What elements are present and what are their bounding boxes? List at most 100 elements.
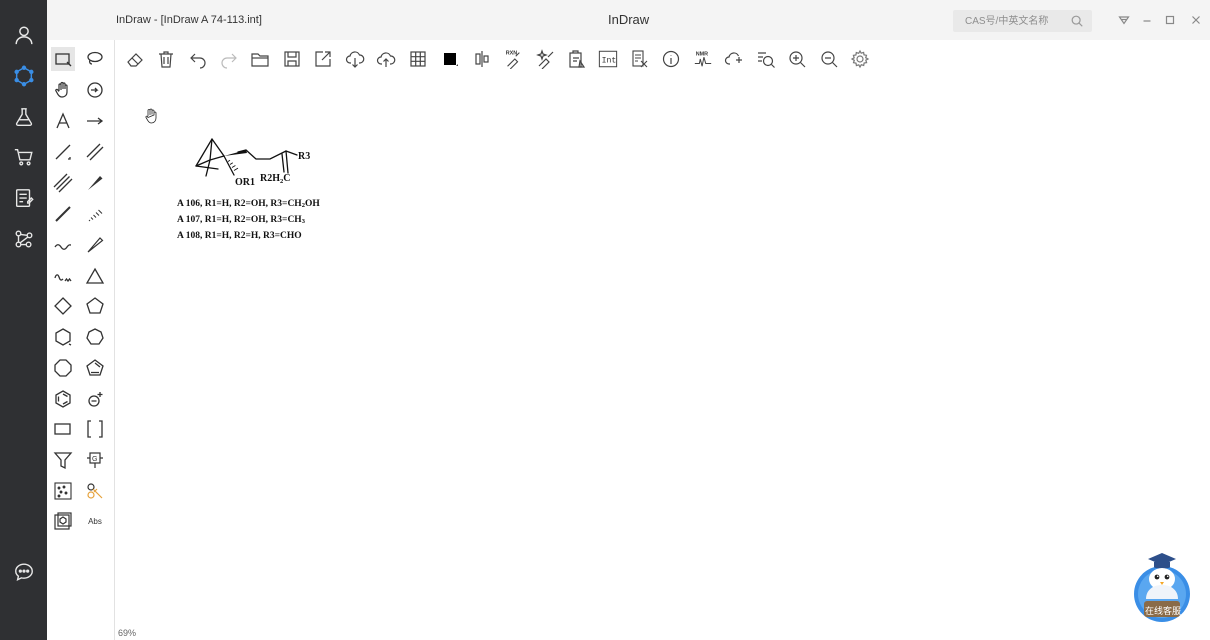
export-button[interactable] xyxy=(312,48,334,70)
rect-select-tool[interactable] xyxy=(51,47,75,71)
svg-text:G: G xyxy=(92,456,97,463)
user-nav-button[interactable] xyxy=(9,20,39,50)
heptagon-icon xyxy=(86,328,104,345)
search-icon[interactable] xyxy=(1070,14,1084,28)
zoom-out-button[interactable] xyxy=(818,48,840,70)
legend-line: A 108, R1=H, R2=H, R3=CHO xyxy=(177,231,302,241)
search-box xyxy=(953,10,1092,32)
eraser-color-tool[interactable] xyxy=(83,479,107,503)
benzene-tool[interactable] xyxy=(51,387,75,411)
double-bond-tool[interactable] xyxy=(83,140,107,164)
text-tool[interactable] xyxy=(51,109,75,133)
arrow-tool[interactable] xyxy=(83,109,107,133)
wedge-bond-tool[interactable] xyxy=(83,171,107,195)
rxn-label: RXN xyxy=(506,50,518,56)
nmr-button[interactable]: NMR xyxy=(692,48,714,70)
save-icon xyxy=(284,51,300,67)
grid-button[interactable] xyxy=(407,48,429,70)
zoom-in-button[interactable] xyxy=(786,48,808,70)
delete-button[interactable] xyxy=(155,48,177,70)
bond xyxy=(209,155,225,161)
structure-clean-button[interactable] xyxy=(534,48,556,70)
online-service-widget[interactable]: 在线客服 xyxy=(1132,553,1192,623)
brush-icon xyxy=(536,49,554,69)
hollow-wedge-icon xyxy=(87,237,104,253)
indraw-app: InDraw - [InDraw A 74-113.int] InDraw CA… xyxy=(0,0,1210,640)
cloud-upload-button[interactable] xyxy=(375,48,397,70)
abs-tool[interactable]: Abs xyxy=(83,509,107,533)
octagon-tool[interactable] xyxy=(51,356,75,380)
maximize-icon xyxy=(1165,15,1175,25)
cyclopentadiene-tool[interactable] xyxy=(83,356,107,380)
undo-button[interactable] xyxy=(187,48,209,70)
app-name: InDraw xyxy=(608,12,650,27)
hollow-wedge-tool[interactable] xyxy=(83,233,107,257)
int-button[interactable]: Int xyxy=(597,48,619,70)
dots-tool[interactable] xyxy=(51,479,75,503)
nmr-label: NMR xyxy=(696,51,708,57)
open-button[interactable] xyxy=(249,48,271,70)
menu-button[interactable] xyxy=(1117,13,1131,27)
search-input[interactable] xyxy=(953,10,1068,32)
shop-nav-button[interactable] xyxy=(9,142,39,172)
search-structure-button[interactable] xyxy=(755,48,777,70)
maximize-button[interactable] xyxy=(1163,13,1177,27)
hexagon-tool[interactable] xyxy=(51,325,75,349)
funnel-icon xyxy=(53,452,73,470)
eraser-icon xyxy=(127,53,143,67)
rotate-tool[interactable] xyxy=(83,78,107,102)
template-tool[interactable] xyxy=(51,509,75,533)
wavy-bond-tool[interactable] xyxy=(51,233,75,257)
r2h2c-label: R2H2C xyxy=(260,173,290,185)
template-icon xyxy=(54,512,72,530)
pentagon-icon xyxy=(86,297,104,314)
single-bond-tool[interactable] xyxy=(51,140,75,164)
heptagon-tool[interactable] xyxy=(83,325,107,349)
settings-button[interactable] xyxy=(849,48,871,70)
square-ring-tool[interactable] xyxy=(51,294,75,318)
diamond-icon xyxy=(54,297,72,315)
triangle-tool[interactable] xyxy=(83,264,107,288)
funnel-tool[interactable] xyxy=(51,448,75,472)
hand-icon xyxy=(55,81,68,98)
int-label: Int xyxy=(602,57,617,66)
molecule-structure[interactable]: R3 OR1 R2H2C xyxy=(176,130,346,200)
align-button[interactable] xyxy=(471,48,493,70)
cloud-download-button[interactable] xyxy=(344,48,366,70)
bold-bond-tool[interactable] xyxy=(51,202,75,226)
molecule-icon xyxy=(14,65,34,87)
notes-nav-button[interactable] xyxy=(9,183,39,213)
triple-bond-tool[interactable] xyxy=(51,171,75,195)
close-button[interactable] xyxy=(1189,13,1203,27)
network-nav-button[interactable] xyxy=(9,224,39,254)
molecule-nav-button[interactable] xyxy=(9,61,39,91)
reaction-clean-button[interactable]: RXN xyxy=(502,48,524,70)
clipboard-button[interactable] xyxy=(566,48,588,70)
hashed-bond-tool[interactable] xyxy=(83,202,107,226)
info-button[interactable] xyxy=(660,48,682,70)
lab-nav-button[interactable] xyxy=(9,102,39,132)
bracket-tool[interactable] xyxy=(83,417,107,441)
color-button[interactable] xyxy=(439,48,461,70)
redo-button[interactable] xyxy=(218,48,240,70)
title-bar: InDraw - [InDraw A 74-113.int] InDraw xyxy=(47,0,1210,40)
group-tool[interactable]: G xyxy=(83,448,107,472)
lasso-select-tool[interactable] xyxy=(83,47,107,71)
cloud-share-icon xyxy=(724,52,742,65)
charge-tool[interactable] xyxy=(83,387,107,411)
rectangle-shape-tool[interactable] xyxy=(51,417,75,441)
wedge-bond-icon xyxy=(88,176,103,190)
formula-button[interactable] xyxy=(629,48,651,70)
hexagon-icon xyxy=(55,328,72,346)
bond xyxy=(211,138,225,157)
hand-tool[interactable] xyxy=(51,78,75,102)
chat-nav-button[interactable] xyxy=(9,557,39,587)
zoom-in-icon xyxy=(789,51,806,68)
chain-tool[interactable] xyxy=(51,264,75,288)
info-icon xyxy=(662,50,680,68)
pentagon-tool[interactable] xyxy=(83,294,107,318)
save-button[interactable] xyxy=(281,48,303,70)
cloud-share-button[interactable] xyxy=(723,48,745,70)
eraser-button[interactable] xyxy=(124,48,146,70)
minimize-button[interactable] xyxy=(1140,13,1154,27)
